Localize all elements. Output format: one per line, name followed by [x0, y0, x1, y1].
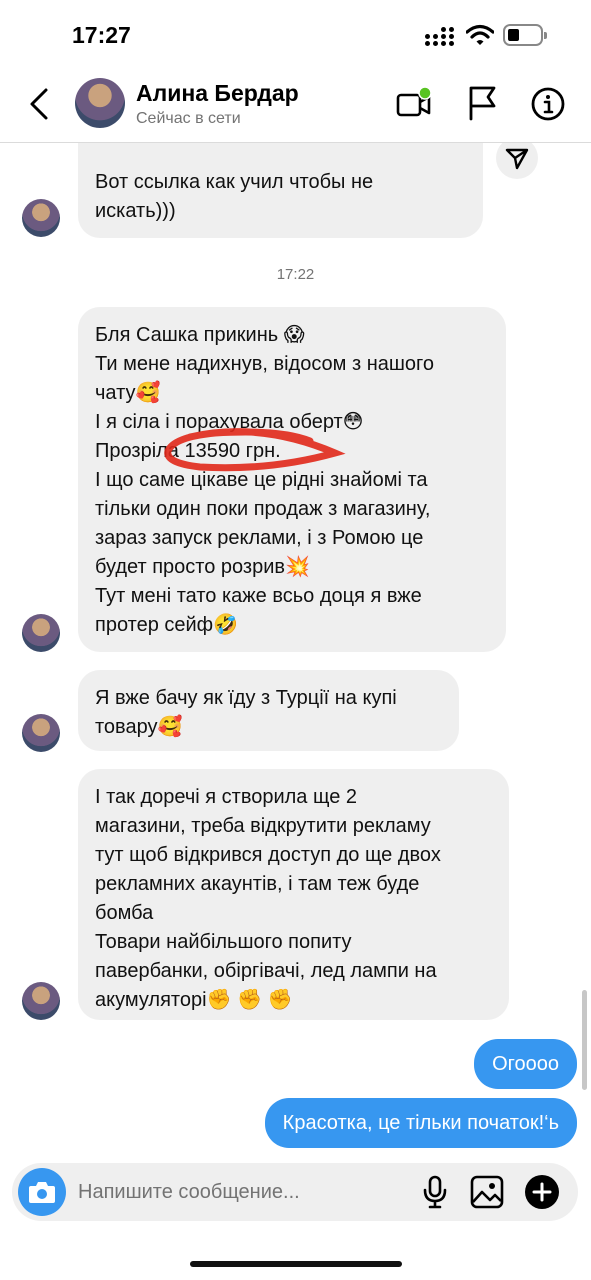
- message-text: Огоооо: [492, 1053, 559, 1075]
- cellular-signal-icon: [425, 26, 455, 46]
- sender-avatar: [22, 614, 60, 652]
- video-call-icon[interactable]: [396, 86, 432, 122]
- info-icon[interactable]: [530, 86, 566, 122]
- online-indicator: [418, 86, 432, 100]
- sender-avatar: [22, 982, 60, 1020]
- message-bubble-incoming[interactable]: Бля Сашка прикинь 😱 Ти мене надихнув, ві…: [78, 307, 506, 652]
- message-text: Бля Сашка прикинь 😱 Ти мене надихнув, ві…: [95, 324, 435, 636]
- add-button[interactable]: [525, 1175, 559, 1209]
- message-composer: [12, 1163, 578, 1221]
- status-bar: 17:27: [0, 0, 591, 70]
- message-bubble-incoming[interactable]: І так доречі я створила ще 2 магазини, т…: [78, 769, 509, 1020]
- back-icon[interactable]: [22, 84, 58, 124]
- chat-header: Алина Бердар Сейчас в сети: [0, 70, 591, 143]
- message-input[interactable]: [78, 1177, 378, 1207]
- plus-icon: [532, 1182, 552, 1202]
- camera-button[interactable]: [18, 1168, 66, 1216]
- contact-avatar[interactable]: [75, 78, 125, 128]
- message-bubble-outgoing[interactable]: Огоооо: [474, 1039, 577, 1089]
- message-text: Вот ссылка как учил чтобы не искать))): [95, 171, 374, 222]
- message-bubble-incoming[interactable]: Я вже бачу як їду з Турції на купі товар…: [78, 670, 459, 751]
- contact-name[interactable]: Алина Бердар: [136, 80, 299, 107]
- message-bubble-incoming[interactable]: Вот ссылка как учил чтобы не искать))): [78, 143, 483, 238]
- message-text: І так доречі я створила ще 2 магазини, т…: [95, 786, 441, 1011]
- highlight-oval-annotation: [164, 428, 346, 472]
- home-indicator[interactable]: [190, 1261, 402, 1267]
- sender-avatar: [22, 199, 60, 237]
- message-text: Красотка, це тільки початок!‘ь: [282, 1112, 559, 1134]
- share-icon: [505, 148, 529, 170]
- message-bubble-outgoing[interactable]: Красотка, це тільки початок!‘ь: [264, 1098, 577, 1148]
- gallery-icon[interactable]: [470, 1175, 504, 1209]
- flag-icon[interactable]: [466, 85, 498, 121]
- microphone-icon[interactable]: [420, 1175, 450, 1209]
- share-button[interactable]: [496, 143, 538, 179]
- scrollbar[interactable]: [582, 990, 587, 1090]
- contact-status: Сейчас в сети: [136, 110, 241, 127]
- message-thread[interactable]: Вот ссылка как учил чтобы не искать))) 1…: [0, 143, 591, 1160]
- status-time: 17:27: [72, 22, 131, 48]
- message-timestamp: 17:22: [276, 266, 315, 283]
- message-text: Я вже бачу як їду з Турції на купі товар…: [95, 687, 397, 738]
- sender-avatar: [22, 714, 60, 752]
- battery-icon: [503, 24, 547, 46]
- camera-icon: [29, 1182, 55, 1203]
- wifi-icon: [466, 24, 494, 45]
